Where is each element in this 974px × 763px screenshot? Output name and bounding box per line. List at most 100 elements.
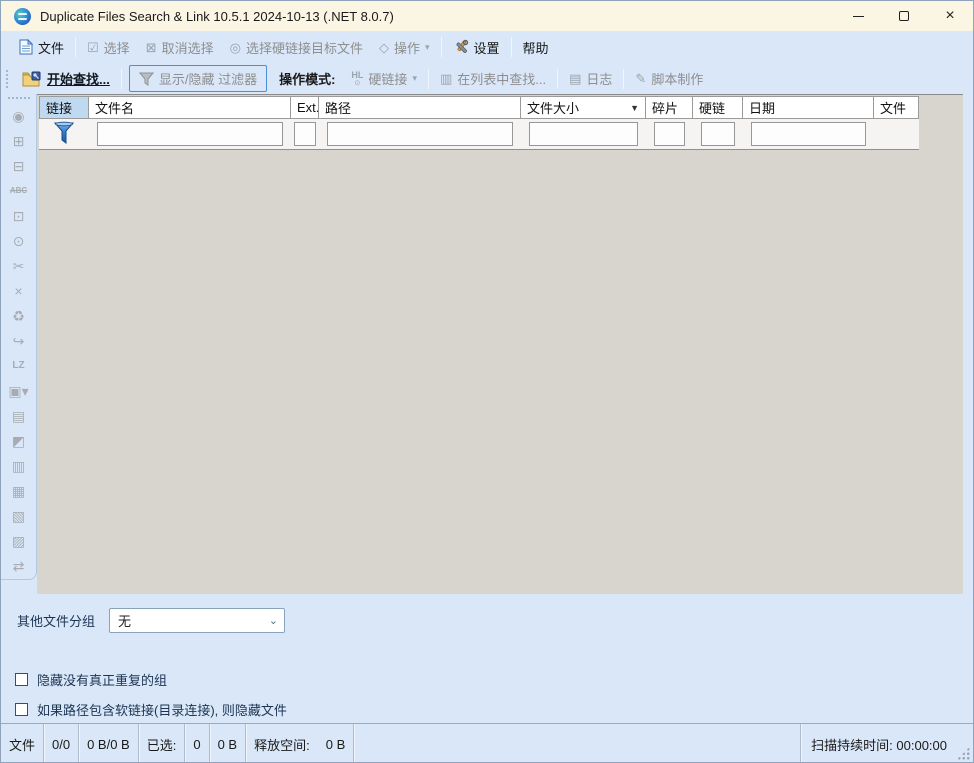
action-toolbar: 开始查找... 显示/隐藏 过滤器 操作模式: HL⊙ 硬链接 ▾ ▥ 在列表中…: [1, 63, 973, 94]
hide-softlink-path-files-option: 如果路径包含软链接(目录连接), 则隐藏文件: [15, 700, 287, 719]
column-header-link[interactable]: 链接: [39, 96, 89, 119]
filter-funnel-cell: [39, 119, 89, 149]
window-title: Duplicate Files Search & Link 10.5.1 202…: [40, 9, 394, 24]
filter-fragments-input[interactable]: [654, 122, 685, 146]
filter-filename-input[interactable]: [97, 122, 283, 146]
other-grouping-label: 其他文件分组: [17, 611, 95, 630]
start-search-button[interactable]: 开始查找...: [14, 65, 118, 92]
close-icon: ×: [945, 8, 954, 24]
filter-hardlink-input[interactable]: [701, 122, 735, 146]
toolbar-grip[interactable]: [6, 70, 10, 88]
column-header-date[interactable]: 日期: [743, 96, 874, 119]
maximize-button[interactable]: [881, 1, 927, 31]
film-select-icon: ▤: [4, 403, 34, 428]
minimize-icon: [853, 16, 864, 17]
funnel-icon: [139, 72, 154, 86]
menu-settings[interactable]: 设置: [445, 34, 508, 61]
hide-softlink-path-files-checkbox[interactable]: [15, 703, 28, 716]
move-to-folder-icon: ↪: [4, 328, 34, 353]
status-free-space-label: 释放空间:: [246, 724, 318, 763]
status-files-size: 0 B/0 B: [79, 724, 139, 763]
filter-size-input[interactable]: [529, 122, 638, 146]
status-files-label: 文件: [1, 724, 44, 763]
film-filter-icon: ◩: [4, 428, 34, 453]
column-header-ext[interactable]: Ext...: [291, 96, 319, 119]
column-header-filesize[interactable]: 文件大小▼: [521, 96, 646, 119]
column-header-filename[interactable]: 文件名: [89, 96, 291, 119]
filter-row: [39, 119, 919, 150]
status-selected-label: 已选:: [139, 724, 186, 763]
toolbar-separator: [428, 69, 429, 89]
filter-dropdown-icon[interactable]: ▼: [626, 103, 639, 113]
search-folder-icon: [22, 71, 42, 87]
film-strip-icon: ▥: [4, 453, 34, 478]
operation-mode-label: 操作模式:: [271, 65, 343, 92]
filter-ext-input[interactable]: [294, 122, 316, 146]
status-free-space-value: 0 B: [318, 724, 355, 763]
column-header-row: 链接 文件名 Ext... 路径 文件大小▼ 碎片 硬链 日期 文件: [39, 96, 919, 119]
hide-non-duplicate-groups-label: 隐藏没有真正重复的组: [37, 670, 167, 689]
settings-icon: [453, 39, 469, 55]
column-header-fragments[interactable]: 碎片: [646, 96, 693, 119]
toolbar-separator: [441, 37, 442, 57]
toolbar-grip[interactable]: [8, 97, 30, 99]
film-bar2-icon: ▧: [4, 503, 34, 528]
app-icon: [14, 8, 31, 25]
scripting-icon: ✎: [635, 72, 646, 85]
recycle-bin-icon: ♻: [4, 303, 34, 328]
column-header-hardlink[interactable]: 硬链: [693, 96, 743, 119]
filter-cell-size: [521, 119, 646, 149]
status-selected-size: 0 B: [210, 724, 247, 763]
show-hide-filter-label: 显示/隐藏 过滤器: [159, 69, 257, 88]
filter-path-input[interactable]: [327, 122, 513, 146]
filter-cell-path: [319, 119, 521, 149]
main-toolbar: 文件 ☑ 选择 ⊠ 取消选择 ◎ 选择硬链接目标文件 ◇ 操作 ▾ 设置 帮助: [1, 31, 973, 63]
hardlink-mode-button: HL⊙ 硬链接 ▾: [343, 65, 425, 92]
hide-non-duplicate-groups-checkbox[interactable]: [15, 673, 28, 686]
status-scan-duration: 扫描持续时间: 00:00:00: [801, 735, 957, 754]
menu-operations-label: 操作: [394, 38, 420, 57]
status-files-count: 0/0: [44, 724, 79, 763]
menu-operations: ◇ 操作 ▾: [371, 34, 438, 61]
filter-date-input[interactable]: [751, 122, 866, 146]
hardlink-icon: HL⊙: [351, 71, 363, 87]
film-bar-icon: ▦: [4, 478, 34, 503]
regroup-icon: ⇄: [4, 553, 34, 578]
maximize-icon: [899, 11, 909, 21]
select-dotted-group-icon: ⊙: [4, 228, 34, 253]
menu-select-label: 选择: [104, 38, 130, 57]
filter-cell-file: [874, 119, 919, 149]
menu-select-hardlink-target: ◎ 选择硬链接目标文件: [222, 34, 371, 61]
menu-help-label: 帮助: [523, 38, 549, 57]
menu-deselect-label: 取消选择: [162, 38, 214, 57]
menu-help[interactable]: 帮助: [515, 34, 557, 61]
cut-links-icon: ✂: [4, 253, 34, 278]
filter-cell-filename: [89, 119, 291, 149]
expand-groups-icon: ⊞: [4, 128, 34, 153]
toolbar-separator: [121, 69, 122, 89]
minimize-button[interactable]: [835, 1, 881, 31]
rename-abc-icon: ABC: [4, 178, 34, 203]
menu-file[interactable]: 文件: [11, 34, 72, 61]
menu-settings-label: 设置: [474, 38, 500, 57]
lz-compress-icon: LZ: [4, 353, 34, 378]
toolbar-separator: [557, 69, 558, 89]
titlebar: Duplicate Files Search & Link 10.5.1 202…: [1, 1, 973, 31]
operations-icon: ◇: [379, 41, 389, 54]
deselect-stack-icon: ⊠: [146, 41, 157, 54]
results-list: 链接 文件名 Ext... 路径 文件大小▼ 碎片 硬链 日期 文件: [37, 94, 963, 594]
column-header-path[interactable]: 路径: [319, 96, 521, 119]
statusbar: 文件 0/0 0 B/0 B 已选: 0 0 B 释放空间: 0 B 扫描持续时…: [1, 723, 973, 763]
grouping-select[interactable]: 无 ⌄: [109, 608, 285, 633]
chevron-down-icon: ▾: [425, 42, 430, 53]
menu-file-label: 文件: [38, 38, 64, 57]
column-header-file[interactable]: 文件: [874, 96, 919, 119]
filter-cell-hardlink: [693, 119, 743, 149]
left-toolbar: ◉ ⊞ ⊟ ABC ⊡ ⊙ ✂ × ♻ ↪ LZ ▣▾ ▤ ◩ ▥ ▦ ▧ ▨ …: [1, 94, 37, 580]
toolbar-separator: [623, 69, 624, 89]
show-hide-filter-button[interactable]: 显示/隐藏 过滤器: [129, 65, 267, 92]
toolbar-separator: [75, 37, 76, 57]
other-grouping-row: 其他文件分组 无 ⌄: [17, 608, 285, 633]
close-button[interactable]: ×: [927, 1, 973, 31]
resize-grip[interactable]: [957, 747, 970, 760]
